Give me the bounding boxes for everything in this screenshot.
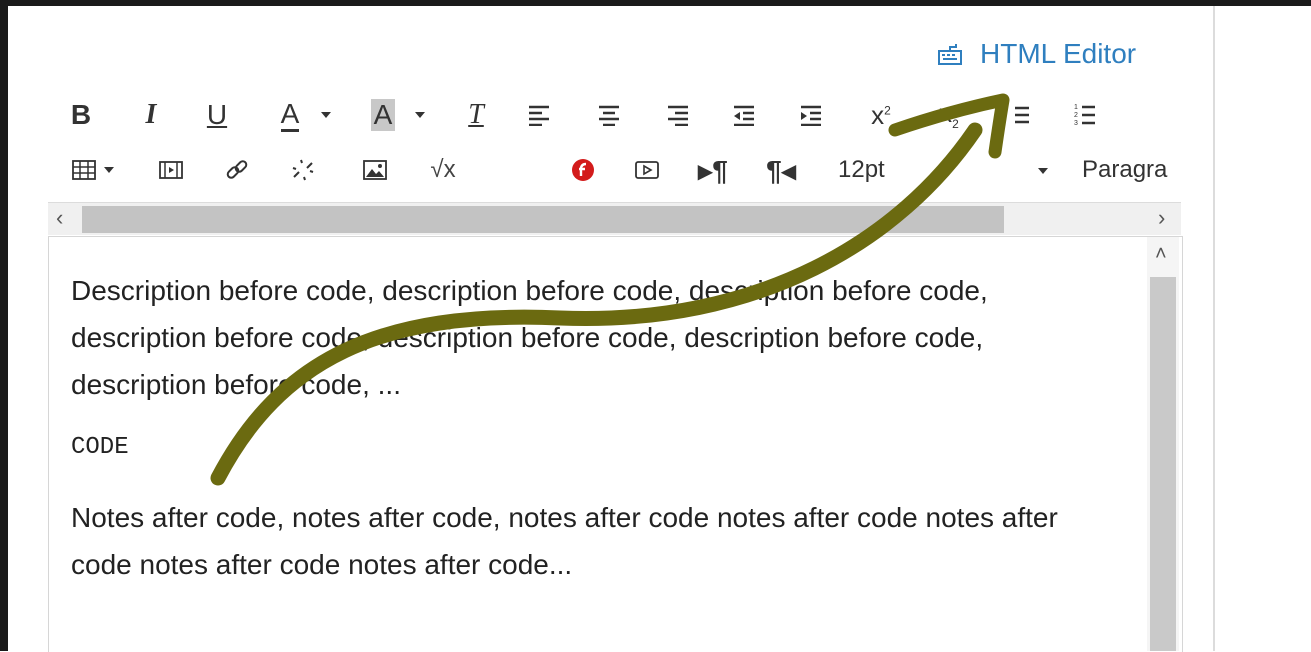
image-icon bbox=[363, 160, 387, 180]
align-right-button[interactable] bbox=[663, 95, 693, 135]
clear-formatting-button[interactable]: T bbox=[456, 95, 496, 135]
bold-icon: B bbox=[70, 99, 92, 130]
scroll-right-arrow-icon[interactable]: › bbox=[1158, 207, 1165, 229]
toolbar-row-1: B I U A A T x2 x2 123 bbox=[58, 95, 1183, 137]
left-to-right-button[interactable]: ▸¶ bbox=[698, 150, 728, 190]
block-format-value: Paragra bbox=[1082, 156, 1168, 183]
bullet-list-icon bbox=[1015, 106, 1029, 124]
clear-formatting-icon: T bbox=[468, 99, 484, 130]
video-button[interactable] bbox=[632, 150, 662, 190]
html-editor-label: HTML Editor bbox=[980, 38, 1137, 69]
description-paragraph: Description before code, description bef… bbox=[71, 275, 988, 400]
background-color-icon: A bbox=[370, 99, 396, 131]
notes-paragraph: Notes after code, notes after code, note… bbox=[71, 502, 1058, 580]
scroll-up-arrow-icon[interactable]: ˄ bbox=[1155, 243, 1167, 266]
image-button[interactable] bbox=[360, 150, 390, 190]
chevron-down-icon bbox=[321, 112, 332, 118]
flash-icon bbox=[572, 159, 594, 181]
indent-icon bbox=[801, 105, 821, 126]
scroll-left-arrow-icon[interactable]: ‹ bbox=[56, 207, 63, 229]
unlink-button[interactable] bbox=[288, 150, 318, 190]
window-frame-top bbox=[0, 0, 1311, 6]
font-size-select[interactable]: 12pt bbox=[838, 150, 1048, 190]
toolbar-row-2: √x ▸¶ ¶◂ 12pt Paragra bbox=[58, 150, 1183, 192]
underline-icon: U bbox=[206, 99, 228, 130]
unlink-icon bbox=[292, 159, 314, 181]
superscript-icon: x2 bbox=[871, 99, 891, 130]
code-block: CODE bbox=[71, 434, 129, 461]
outdent-button[interactable] bbox=[729, 95, 759, 135]
svg-text:2: 2 bbox=[1074, 112, 1078, 119]
background-color-button[interactable]: A bbox=[358, 95, 438, 135]
equation-button[interactable]: √x bbox=[426, 150, 460, 190]
ltr-icon: ▸¶ bbox=[698, 154, 728, 186]
italic-icon: I bbox=[145, 99, 157, 130]
align-center-icon bbox=[599, 105, 619, 126]
link-button[interactable] bbox=[222, 150, 252, 190]
underline-button[interactable]: U bbox=[202, 95, 232, 135]
svg-text:3: 3 bbox=[1074, 120, 1078, 127]
svg-text:1: 1 bbox=[1074, 104, 1078, 111]
font-size-value: 12pt bbox=[838, 156, 885, 183]
indent-button[interactable] bbox=[796, 95, 826, 135]
align-center-button[interactable] bbox=[594, 95, 624, 135]
align-left-button[interactable] bbox=[524, 95, 554, 135]
rtl-icon: ¶◂ bbox=[766, 154, 796, 186]
subscript-button[interactable]: x2 bbox=[932, 95, 966, 135]
keyboard-icon bbox=[938, 44, 962, 65]
media-icon bbox=[159, 161, 183, 179]
block-format-select[interactable]: Paragra bbox=[1082, 150, 1183, 190]
outdent-icon bbox=[734, 105, 754, 126]
bullet-list-button[interactable] bbox=[1004, 95, 1034, 135]
bold-button[interactable]: B bbox=[66, 95, 96, 135]
scrollbar-thumb[interactable] bbox=[82, 206, 1004, 233]
chevron-down-icon bbox=[1038, 168, 1048, 174]
numbered-list-button[interactable]: 123 bbox=[1070, 95, 1100, 135]
subscript-icon: x2 bbox=[939, 98, 959, 132]
editor-body[interactable]: Description before code, description bef… bbox=[71, 267, 1121, 588]
media-button[interactable] bbox=[156, 150, 186, 190]
editor-content-area[interactable]: Description before code, description bef… bbox=[48, 236, 1183, 652]
flash-button[interactable] bbox=[568, 150, 598, 190]
align-right-icon bbox=[668, 105, 688, 126]
toolbar-horizontal-scrollbar[interactable]: ‹ › bbox=[48, 202, 1181, 235]
table-icon bbox=[72, 160, 96, 180]
italic-button[interactable]: I bbox=[136, 95, 166, 135]
panel-divider bbox=[1213, 6, 1215, 651]
scrollbar-thumb[interactable] bbox=[1150, 277, 1176, 651]
table-button[interactable] bbox=[64, 150, 122, 190]
align-left-icon bbox=[529, 105, 549, 126]
text-color-button[interactable]: A bbox=[266, 95, 346, 135]
link-icon bbox=[226, 160, 248, 179]
superscript-button[interactable]: x2 bbox=[864, 95, 898, 135]
editor-vertical-scrollbar[interactable]: ˄ bbox=[1147, 237, 1179, 651]
text-color-icon: A bbox=[280, 98, 300, 132]
html-editor-link[interactable]: HTML Editor bbox=[938, 36, 1136, 72]
chevron-down-icon bbox=[415, 112, 426, 118]
video-icon bbox=[635, 161, 659, 179]
right-to-left-button[interactable]: ¶◂ bbox=[764, 150, 798, 190]
equation-icon: √x bbox=[430, 156, 456, 183]
chevron-down-icon bbox=[104, 167, 114, 173]
window-frame-left bbox=[0, 0, 8, 651]
numbered-list-icon: 123 bbox=[1074, 104, 1095, 127]
